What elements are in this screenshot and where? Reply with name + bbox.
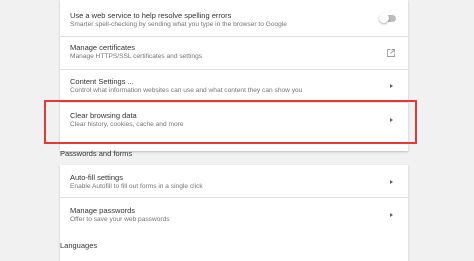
autofill-settings-title: Auto-fill settings [70,173,123,182]
manage-certificates-subtitle: Manage HTTPS/SSL certificates and settin… [70,53,203,60]
languages-header: Languages [60,241,98,250]
spelling-service-subtitle: Smarter spell-checking by sending what y… [70,21,287,28]
manage-passwords-subtitle: Offer to save your web passwords [70,216,170,223]
chevron-right-icon [390,84,393,88]
chevron-right-icon [390,180,393,184]
chevron-right-icon [390,213,393,217]
content-settings-title: Content Settings ... [70,77,134,86]
passwords-forms-card: Auto-fill settings Enable Autofill to fi… [60,165,408,261]
content-settings-row[interactable]: Content Settings ... Control what inform… [60,70,408,102]
spelling-service-toggle[interactable] [379,13,396,23]
manage-certificates-row[interactable]: Manage certificates Manage HTTPS/SSL cer… [60,37,408,69]
manage-certificates-title: Manage certificates [70,43,136,52]
open-in-new-icon[interactable] [386,48,396,58]
passwords-and-forms-header: Passwords and forms [60,149,133,158]
autofill-settings-subtitle: Enable Autofill to fill out forms in a s… [70,183,203,190]
highlight-box [44,100,417,144]
toggle-knob [379,13,389,23]
spelling-service-title: Use a web service to help resolve spelli… [70,11,232,20]
manage-passwords-row[interactable]: Manage passwords Offer to save your web … [60,198,408,230]
autofill-settings-row[interactable]: Auto-fill settings Enable Autofill to fi… [60,165,408,197]
manage-passwords-title: Manage passwords [70,206,136,215]
spelling-service-row[interactable]: Use a web service to help resolve spelli… [60,0,408,36]
content-settings-subtitle: Control what information websites can us… [70,87,303,94]
